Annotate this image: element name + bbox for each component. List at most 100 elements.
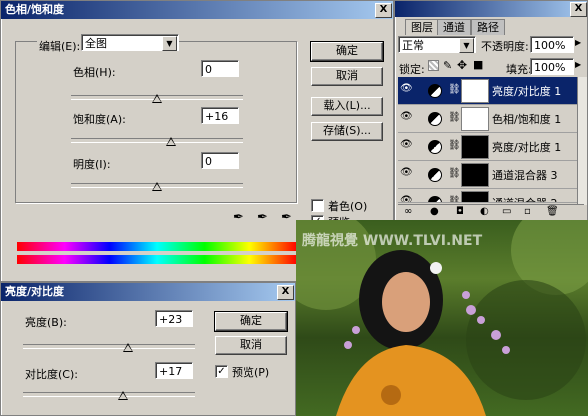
brightness-contrast-close-button[interactable]: X <box>277 285 294 300</box>
layer-name: 色相/饱和度 1 <box>492 113 562 126</box>
layer-row[interactable]: 👁 ⛓ 亮度/对比度 1 <box>398 133 582 161</box>
layer-row[interactable]: 👁 ⛓ 亮度/对比度 1 <box>398 77 582 105</box>
hue-saturation-ok-button[interactable]: 确定 <box>310 41 384 62</box>
lock-transparent-icon[interactable] <box>428 60 439 71</box>
lightness-input[interactable]: 0 <box>201 152 239 169</box>
tab-channels[interactable]: 通道 <box>437 19 471 35</box>
load-button[interactable]: 载入(L)... <box>311 97 383 116</box>
saturation-input[interactable]: +16 <box>201 107 239 124</box>
hue-slider-thumb[interactable] <box>152 94 162 103</box>
add-mask-icon[interactable]: ◘ <box>456 205 464 219</box>
eye-icon[interactable]: 👁 <box>400 111 413 123</box>
layer-style-icon[interactable]: ● <box>430 205 439 219</box>
brightness-label: 亮度(B): <box>25 316 67 329</box>
brightness-contrast-title: 亮度/对比度 <box>1 283 295 301</box>
chain-icon[interactable]: ⛓ <box>448 112 461 123</box>
layers-panel-close-button[interactable]: X <box>570 2 587 17</box>
eyedropper-icon[interactable]: ✒ <box>233 210 244 225</box>
adjustment-layer-icon <box>428 140 442 154</box>
contrast-label: 对比度(C): <box>25 368 78 381</box>
brightness-contrast-dialog: 亮度/对比度 X 亮度(B): +23 对比度(C): +17 确定 取消 ✓ … <box>0 282 296 416</box>
lock-position-icon[interactable]: ✥ <box>457 58 467 72</box>
blend-mode-select[interactable]: 正常 ▼ <box>398 36 476 53</box>
spectrum-bar-output <box>17 255 297 264</box>
adjustment-layer-icon <box>428 112 442 126</box>
new-layer-icon[interactable]: ▫ <box>524 205 531 219</box>
chevron-down-icon: ▼ <box>162 36 177 51</box>
lightness-slider-thumb[interactable] <box>152 182 162 191</box>
eye-icon[interactable]: 👁 <box>400 195 413 202</box>
colorize-checkbox[interactable] <box>311 199 324 212</box>
saturation-slider-thumb[interactable] <box>166 137 176 146</box>
saturation-slider-track[interactable] <box>71 138 243 143</box>
eyedropper-minus-icon[interactable]: ✒ <box>281 210 292 225</box>
lock-image-icon[interactable]: ✎ <box>443 59 452 72</box>
photo-canvas: 腾龍視覺 WWW.TLVI.NET <box>296 220 588 416</box>
brightness-input[interactable]: +23 <box>155 310 193 327</box>
fill-label: 填充: <box>506 63 532 76</box>
chain-icon[interactable]: ⛓ <box>448 84 461 95</box>
layer-mask-thumbnail[interactable] <box>461 107 489 131</box>
contrast-slider-thumb[interactable] <box>118 391 128 400</box>
layer-mask-thumbnail[interactable] <box>461 135 489 159</box>
chain-icon[interactable]: ⛓ <box>448 140 461 151</box>
layer-name: 亮度/对比度 1 <box>492 85 562 98</box>
layer-mask-thumbnail[interactable] <box>461 191 489 202</box>
layer-mask-thumbnail[interactable] <box>461 79 489 103</box>
new-adjustment-icon[interactable]: ◐ <box>480 205 489 219</box>
opacity-arrow-icon[interactable]: ▶ <box>575 38 581 47</box>
hue-saturation-cancel-button[interactable]: 取消 <box>311 67 383 86</box>
photo-watermark: 腾龍視覺 WWW.TLVI.NET <box>302 233 483 249</box>
hue-input[interactable]: 0 <box>201 60 239 77</box>
contrast-input[interactable]: +17 <box>155 362 193 379</box>
lock-label: 锁定: <box>399 63 425 76</box>
layer-mask-thumbnail[interactable] <box>461 163 489 187</box>
layer-row[interactable]: 👁 ⛓ 通道混合器 2 <box>398 189 582 203</box>
opacity-input[interactable]: 100% <box>530 36 574 53</box>
fill-input[interactable]: 100% <box>530 58 574 75</box>
edit-label: 编辑(E): <box>37 38 83 54</box>
layers-scrollbar[interactable] <box>577 77 587 205</box>
adjustment-layer-icon <box>428 168 442 182</box>
layer-name: 通道混合器 2 <box>492 195 558 202</box>
lightness-label: 明度(I): <box>73 158 111 171</box>
brightness-contrast-ok-button[interactable]: 确定 <box>214 311 288 332</box>
eye-icon[interactable]: 👁 <box>400 83 413 95</box>
new-group-icon[interactable]: ▭ <box>502 205 511 219</box>
fill-arrow-icon[interactable]: ▶ <box>575 60 581 69</box>
chevron-down-icon: ▼ <box>459 38 474 53</box>
hue-saturation-title: 色相/饱和度 <box>1 1 393 19</box>
save-button[interactable]: 存储(S)... <box>311 122 383 141</box>
adjustment-layer-icon <box>428 84 442 98</box>
brightness-slider-track[interactable] <box>23 344 195 349</box>
layers-bottom-toolbar: ∞ ● ◘ ◐ ▭ ▫ 🗑 <box>398 204 584 219</box>
spectrum-bar-input <box>17 242 297 251</box>
colorize-label: 着色(O) <box>328 200 368 213</box>
brightness-contrast-cancel-button[interactable]: 取消 <box>215 336 287 355</box>
trash-icon[interactable]: 🗑 <box>546 205 559 219</box>
lock-all-icon[interactable]: ■ <box>473 58 483 71</box>
layer-name: 通道混合器 3 <box>492 169 558 182</box>
chain-icon[interactable]: ⛓ <box>448 196 461 202</box>
brightness-preview-label: 预览(P) <box>232 366 270 379</box>
chain-icon[interactable]: ⛓ <box>448 168 461 179</box>
tab-paths[interactable]: 路径 <box>471 19 505 35</box>
eye-icon[interactable]: 👁 <box>400 167 413 179</box>
hue-label: 色相(H): <box>73 66 116 79</box>
tab-layers[interactable]: 图层 <box>405 19 439 35</box>
hue-saturation-close-button[interactable]: X <box>375 3 392 18</box>
opacity-label: 不透明度: <box>481 40 529 53</box>
brightness-slider-thumb[interactable] <box>123 343 133 352</box>
edit-select[interactable]: 全图 ▼ <box>81 34 179 51</box>
eye-icon[interactable]: 👁 <box>400 139 413 151</box>
contrast-slider-track[interactable] <box>23 392 195 397</box>
layer-name: 亮度/对比度 1 <box>492 141 562 154</box>
layers-panel-header <box>395 1 587 17</box>
brightness-preview-checkbox[interactable]: ✓ <box>215 365 228 378</box>
layer-row[interactable]: 👁 ⛓ 通道混合器 3 <box>398 161 582 189</box>
edit-group-frame <box>15 41 297 203</box>
link-icon[interactable]: ∞ <box>404 205 412 219</box>
eyedropper-plus-icon[interactable]: ✒ <box>257 210 268 225</box>
layer-row[interactable]: 👁 ⛓ 色相/饱和度 1 <box>398 105 582 133</box>
saturation-label: 饱和度(A): <box>73 113 126 126</box>
